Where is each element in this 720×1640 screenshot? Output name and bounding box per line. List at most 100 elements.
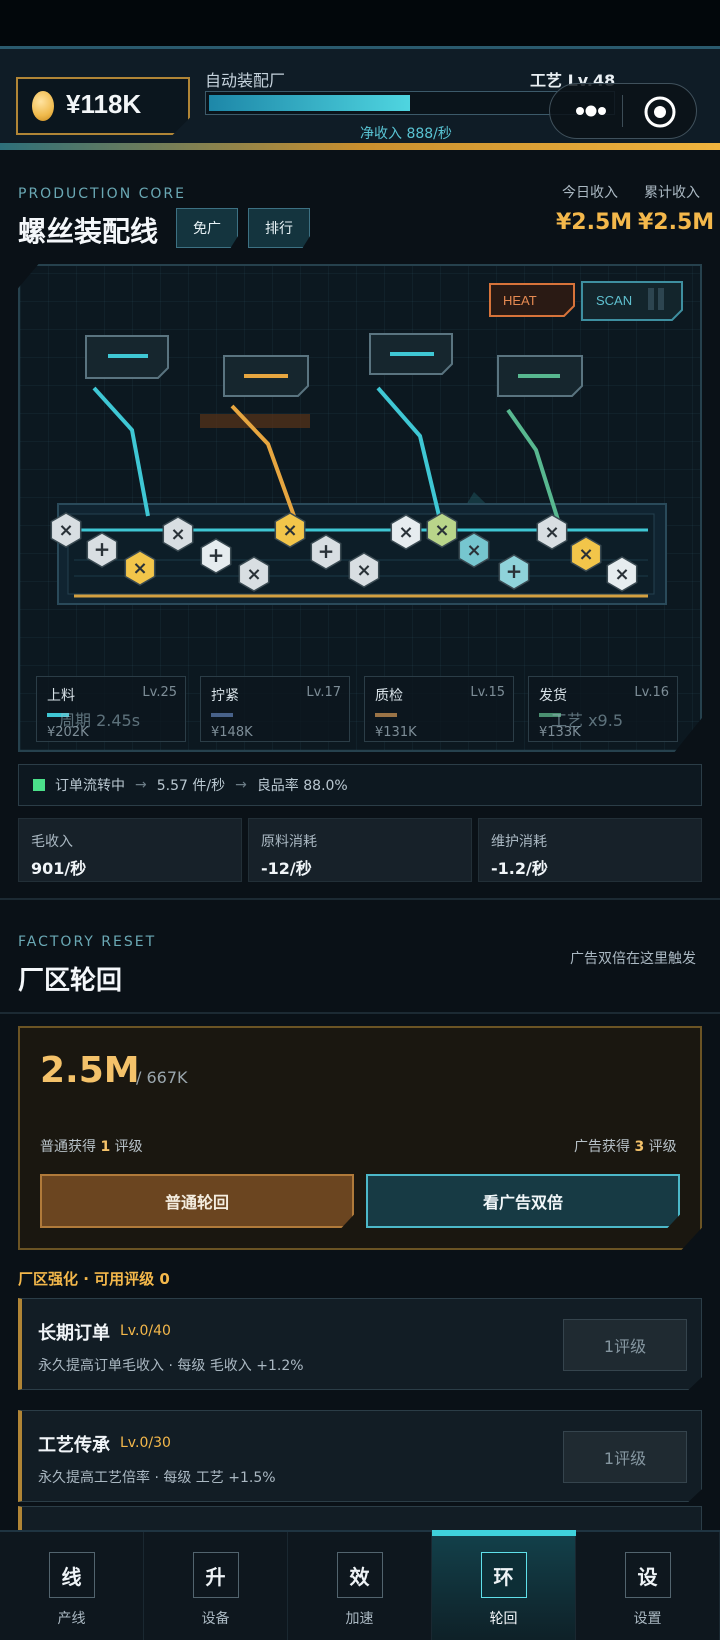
today-income-value: ¥2.5M xyxy=(556,210,633,235)
coin-icon xyxy=(32,91,54,121)
normal-gain-suffix: 评级 xyxy=(114,1139,143,1155)
reset-current-value: 2.5M xyxy=(40,1050,140,1091)
station-overlay: 工艺 x9.5 xyxy=(551,711,624,730)
upgrade-desc: 永久提高订单毛收入 · 每级 毛收入 +1.2% xyxy=(38,1358,304,1374)
divider xyxy=(0,1012,720,1014)
bolt-glyph-icon: + xyxy=(318,539,335,563)
stat-material-cost: 原料消耗 -12/秒 xyxy=(248,818,472,882)
upgrade-name: 长期订单 xyxy=(38,1323,110,1344)
station-card[interactable]: 拧紧 Lv.17 ¥148K xyxy=(200,676,350,742)
today-income-label: 今日收入 xyxy=(562,185,618,201)
station-card[interactable]: 质检 Lv.15 ¥131K xyxy=(364,676,514,742)
upgrade-name: 工艺传承 xyxy=(38,1435,110,1456)
stat-value: 901/秒 xyxy=(31,859,87,878)
upgrade-level: Lv.0/40 xyxy=(120,1323,171,1339)
normal-gain-prefix: 普通获得 xyxy=(40,1139,96,1155)
bolt-glyph-icon: × xyxy=(578,544,593,565)
ranking-button[interactable]: 排行 xyxy=(248,208,310,248)
nav-item-2[interactable]: 效加速 xyxy=(288,1532,432,1640)
bolt-glyph-icon: × xyxy=(58,520,73,541)
stat-gross-income: 毛收入 901/秒 xyxy=(18,818,242,882)
bottom-nav: 线产线升设备效加速环轮回设设置 xyxy=(0,1530,720,1640)
station-name: 发货 xyxy=(539,688,567,704)
upgrade-card-long-orders: 长期订单 Lv.0/40 永久提高订单毛收入 · 每级 毛收入 +1.2% 1评… xyxy=(18,1298,702,1390)
section-label: PRODUCTION CORE xyxy=(18,186,186,202)
bolt-glyph-icon: × xyxy=(282,520,297,541)
status-dot-icon xyxy=(33,779,45,791)
ad-gain-suffix: 评级 xyxy=(648,1139,677,1155)
flow-rate: 5.57 件/秒 xyxy=(156,778,226,794)
station-card[interactable]: 发货 Lv.16 ¥133K 工艺 x9.5 xyxy=(528,676,678,742)
nav-icon: 效 xyxy=(336,1552,383,1598)
bolt-glyph-icon: × xyxy=(170,524,185,545)
flow-quality: 良品率 88.0% xyxy=(256,778,348,794)
nav-item-0[interactable]: 线产线 xyxy=(0,1532,144,1640)
bolt-glyph-icon: × xyxy=(614,564,629,585)
arm-tighten xyxy=(223,355,309,517)
stat-label: 毛收入 xyxy=(31,834,73,850)
nav-label: 设备 xyxy=(201,1611,230,1627)
status-strip xyxy=(0,0,720,46)
stat-label: 维护消耗 xyxy=(491,834,547,850)
bolt-glyph-icon: + xyxy=(506,559,523,583)
ad-gain-number: 3 xyxy=(634,1139,645,1155)
station-color-bar xyxy=(375,713,397,717)
bolt-glyph-icon: × xyxy=(356,560,371,581)
more-icon[interactable] xyxy=(566,97,616,125)
upgrade-buy-button[interactable]: 1评级 xyxy=(563,1319,687,1371)
stat-value: -12/秒 xyxy=(261,859,312,878)
station-value: ¥148K xyxy=(211,725,253,740)
header: ¥118K 自动装配厂 工艺 Lv.48 净收入 888/秒 xyxy=(0,46,720,150)
reset-required-value: / 667K xyxy=(136,1068,188,1087)
stat-label: 原料消耗 xyxy=(261,834,317,850)
station-level: Lv.25 xyxy=(142,685,177,700)
heat-label: HEAT xyxy=(503,293,537,308)
heat-toggle[interactable]: HEAT xyxy=(489,283,575,317)
nav-item-3[interactable]: 环轮回 xyxy=(432,1530,576,1640)
station-value: ¥131K xyxy=(375,725,417,740)
nav-label: 轮回 xyxy=(489,1611,518,1627)
capsule-divider xyxy=(622,95,623,127)
scan-toggle[interactable]: SCAN xyxy=(581,281,683,321)
bolt-glyph-icon: × xyxy=(246,564,261,585)
close-target-icon[interactable] xyxy=(643,95,677,129)
reset-hint: 广告双倍在这里触发 xyxy=(570,951,696,967)
bolt-glyph-icon: × xyxy=(544,522,559,543)
section-label: FACTORY RESET xyxy=(18,934,157,950)
stat-maintenance-cost: 维护消耗 -1.2/秒 xyxy=(478,818,702,882)
station-level: Lv.16 xyxy=(634,685,669,700)
arm-feed xyxy=(85,335,169,517)
progress-fill xyxy=(209,95,410,111)
upgrade-level: Lv.0/30 xyxy=(120,1435,171,1451)
upgrade-desc: 永久提高工艺倍率 · 每级 工艺 +1.5% xyxy=(38,1470,276,1486)
scan-label: SCAN xyxy=(596,293,632,308)
flow-status-bar: 订单流转中 → 5.57 件/秒 → 良品率 88.0% xyxy=(18,764,702,806)
station-name: 上料 xyxy=(47,688,75,704)
upgrade-buy-button[interactable]: 1评级 xyxy=(563,1431,687,1483)
no-ads-button[interactable]: 免广 xyxy=(176,208,238,248)
nav-label: 产线 xyxy=(57,1611,86,1627)
bolt-glyph-icon: × xyxy=(398,522,413,543)
nav-item-4[interactable]: 设设置 xyxy=(576,1532,720,1640)
arrow-icon: → xyxy=(235,777,247,793)
total-income-label: 累计收入 xyxy=(644,185,700,201)
station-card[interactable]: 上料 Lv.25 ¥202K 周期 2.45s xyxy=(36,676,186,742)
stat-value: -1.2/秒 xyxy=(491,859,548,878)
ad-gain-text: 广告获得 3 评级 xyxy=(574,1136,677,1156)
normal-reset-button[interactable]: 普通轮回 xyxy=(40,1174,354,1228)
ad-double-reset-button[interactable]: 看广告双倍 xyxy=(366,1174,680,1228)
nav-icon: 环 xyxy=(480,1552,527,1598)
station-name: 质检 xyxy=(375,688,403,704)
station-level: Lv.15 xyxy=(470,685,505,700)
flow-status: 订单流转中 xyxy=(55,778,125,794)
enhance-title: 厂区强化 · 可用评级 0 xyxy=(18,1270,170,1288)
nav-item-1[interactable]: 升设备 xyxy=(144,1532,288,1640)
header-accent-bar xyxy=(0,143,720,150)
line-title: 螺丝装配线 xyxy=(18,215,159,248)
nav-label: 加速 xyxy=(345,1611,374,1627)
divider xyxy=(0,898,720,900)
station-level: Lv.17 xyxy=(306,685,341,700)
coin-amount: ¥118K xyxy=(66,89,142,119)
arm-inspect xyxy=(369,333,453,521)
station-name: 拧紧 xyxy=(211,688,239,704)
